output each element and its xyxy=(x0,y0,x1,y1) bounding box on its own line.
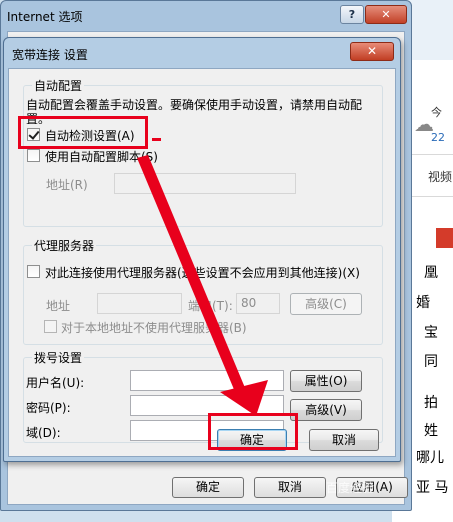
highlight-ok-button xyxy=(208,413,298,450)
watermark: 百度经验 xyxy=(326,481,375,495)
annotation-arrow-shaft xyxy=(137,155,248,399)
